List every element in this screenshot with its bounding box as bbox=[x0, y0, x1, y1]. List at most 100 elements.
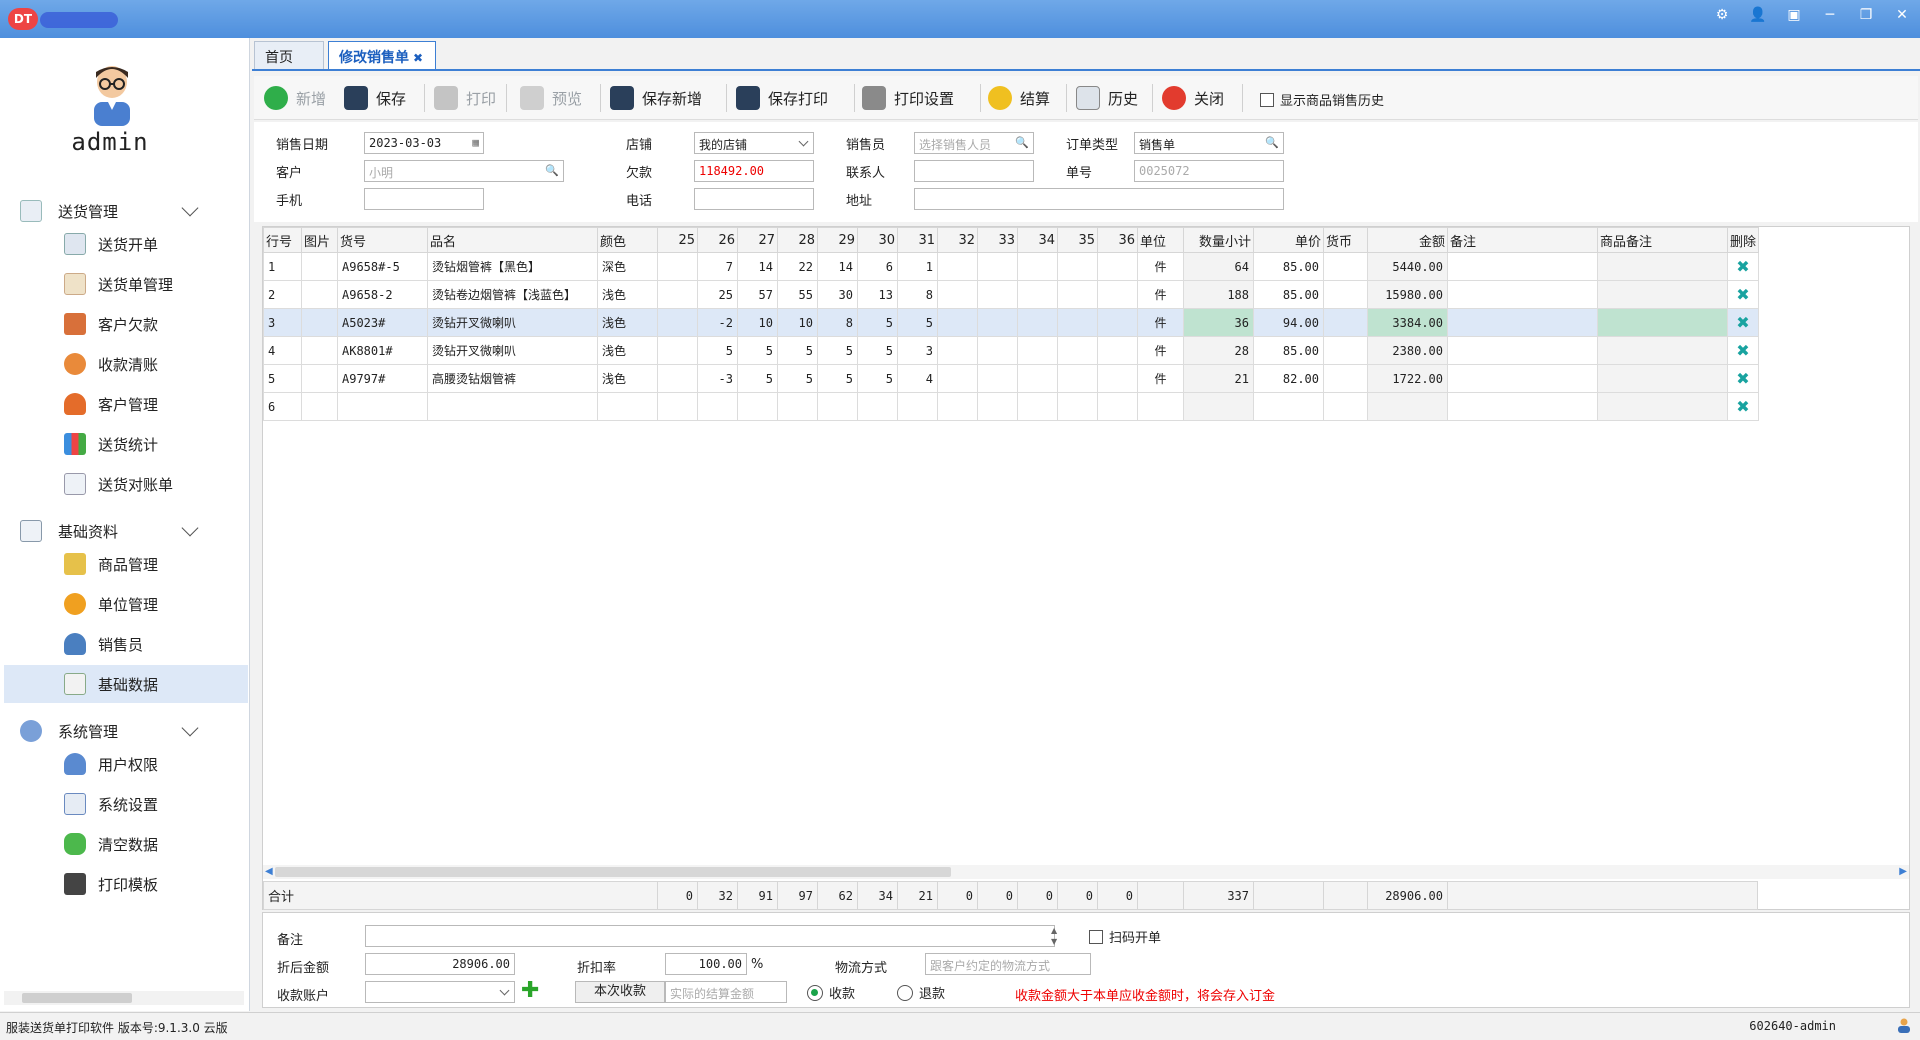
column-header[interactable]: 货号 bbox=[337, 227, 428, 253]
sidebar-item-settings[interactable]: 系统设置 bbox=[4, 785, 248, 823]
product-name-cell[interactable] bbox=[427, 392, 598, 421]
amount-cell[interactable]: 1722.00 bbox=[1367, 364, 1448, 393]
product-code-cell[interactable]: AK8801# bbox=[337, 336, 428, 365]
size-qty-cell[interactable] bbox=[1097, 392, 1138, 421]
size-qty-cell[interactable]: 5 bbox=[857, 364, 898, 393]
logistics-input[interactable]: 跟客户约定的物流方式 bbox=[925, 953, 1091, 975]
size-qty-cell[interactable]: 8 bbox=[817, 308, 858, 337]
product-name-cell[interactable]: 烫钻卷边烟管裤【浅蓝色】 bbox=[427, 280, 598, 309]
delete-row-icon[interactable]: ✖ bbox=[1736, 370, 1750, 387]
size-qty-cell[interactable]: 5 bbox=[817, 336, 858, 365]
size-qty-cell[interactable] bbox=[1017, 308, 1058, 337]
skin-icon[interactable]: ▣ bbox=[1776, 0, 1812, 30]
scan-order-checkbox[interactable]: 扫码开单 bbox=[1089, 927, 1161, 946]
size-qty-cell[interactable]: 5 bbox=[857, 336, 898, 365]
product-code-cell[interactable]: A5023# bbox=[337, 308, 428, 337]
color-cell[interactable]: 深色 bbox=[597, 252, 658, 281]
column-header[interactable]: 品名 bbox=[427, 227, 598, 253]
product-code-cell[interactable]: A9658-2 bbox=[337, 280, 428, 309]
color-cell[interactable]: 浅色 bbox=[597, 336, 658, 365]
sidebar-scrollbar[interactable] bbox=[4, 991, 244, 1005]
size-qty-cell[interactable] bbox=[977, 252, 1018, 281]
salesman-input[interactable]: 选择销售人员 🔍 bbox=[914, 132, 1034, 154]
column-header[interactable]: 单位 bbox=[1137, 227, 1184, 253]
order-type-input[interactable]: 销售单 🔍 bbox=[1134, 132, 1284, 154]
column-header[interactable]: 单价 bbox=[1253, 227, 1324, 253]
save-print-button[interactable]: 保存打印 bbox=[736, 82, 828, 114]
row-number-cell[interactable]: 2 bbox=[263, 280, 302, 309]
product-remark-cell[interactable] bbox=[1597, 252, 1728, 281]
remark-cell[interactable] bbox=[1447, 336, 1598, 365]
checkbox-box[interactable] bbox=[1260, 92, 1274, 107]
size-qty-cell[interactable]: -3 bbox=[697, 364, 738, 393]
scroll-right-icon[interactable]: ▶ bbox=[1899, 865, 1907, 879]
size-qty-cell[interactable]: 25 bbox=[697, 280, 738, 309]
image-cell[interactable] bbox=[301, 364, 338, 393]
size-qty-cell[interactable]: 5 bbox=[817, 364, 858, 393]
print-settings-button[interactable]: 打印设置 bbox=[862, 82, 954, 114]
sidebar-item-permissions[interactable]: 用户权限 bbox=[4, 745, 248, 783]
sidebar-item-delivery-manage[interactable]: 送货单管理 bbox=[4, 265, 248, 303]
size-qty-cell[interactable] bbox=[857, 392, 898, 421]
column-header[interactable]: 26 bbox=[697, 227, 738, 253]
search-icon[interactable]: 🔍 bbox=[545, 164, 559, 177]
sale-date-input[interactable]: 2023-03-03 ▦ bbox=[364, 132, 484, 154]
sidebar-item-delivery-stats[interactable]: 送货统计 bbox=[4, 425, 248, 463]
delete-row-icon[interactable]: ✖ bbox=[1736, 342, 1750, 359]
sidebar-item-delivery-new[interactable]: 送货开单 bbox=[4, 225, 248, 263]
menu-group-delivery[interactable]: 送货管理 bbox=[20, 198, 230, 224]
amount-cell[interactable]: 3384.00 bbox=[1367, 308, 1448, 337]
column-header[interactable]: 27 bbox=[737, 227, 778, 253]
checkbox-box[interactable] bbox=[1089, 929, 1103, 944]
minimize-icon[interactable]: ─ bbox=[1812, 0, 1848, 30]
sidebar-item-customer-manage[interactable]: 客户管理 bbox=[4, 385, 248, 423]
column-header[interactable]: 36 bbox=[1097, 227, 1138, 253]
maximize-icon[interactable]: ❐ bbox=[1848, 0, 1884, 30]
qty-subtotal-cell[interactable]: 64 bbox=[1183, 252, 1254, 281]
row-number-cell[interactable]: 6 bbox=[263, 392, 302, 421]
product-name-cell[interactable]: 烫钻烟管裤【黑色】 bbox=[427, 252, 598, 281]
radio-dot[interactable] bbox=[807, 984, 823, 1001]
row-number-cell[interactable]: 4 bbox=[263, 336, 302, 365]
sidebar-item-units[interactable]: 单位管理 bbox=[4, 585, 248, 623]
size-qty-cell[interactable]: 6 bbox=[857, 252, 898, 281]
size-qty-cell[interactable] bbox=[657, 252, 698, 281]
column-header[interactable]: 备注 bbox=[1447, 227, 1598, 253]
close-tab-icon[interactable]: ✖ bbox=[413, 51, 423, 65]
size-qty-cell[interactable] bbox=[937, 364, 978, 393]
size-qty-cell[interactable]: 7 bbox=[697, 252, 738, 281]
size-qty-cell[interactable] bbox=[1057, 364, 1098, 393]
column-header[interactable]: 29 bbox=[817, 227, 858, 253]
currency-cell[interactable] bbox=[1323, 364, 1368, 393]
size-qty-cell[interactable] bbox=[817, 392, 858, 421]
product-remark-cell[interactable] bbox=[1597, 392, 1728, 421]
product-code-cell[interactable]: A9658#-5 bbox=[337, 252, 428, 281]
size-qty-cell[interactable] bbox=[1017, 364, 1058, 393]
scroll-left-icon[interactable]: ◀ bbox=[265, 865, 273, 879]
unit-price-cell[interactable] bbox=[1253, 392, 1324, 421]
size-qty-cell[interactable] bbox=[777, 392, 818, 421]
column-header[interactable]: 30 bbox=[857, 227, 898, 253]
size-qty-cell[interactable]: 14 bbox=[817, 252, 858, 281]
image-cell[interactable] bbox=[301, 336, 338, 365]
size-qty-cell[interactable]: 5 bbox=[697, 336, 738, 365]
column-header[interactable]: 35 bbox=[1057, 227, 1098, 253]
account-select[interactable] bbox=[365, 981, 515, 1003]
column-header[interactable]: 31 bbox=[897, 227, 938, 253]
column-header[interactable]: 28 bbox=[777, 227, 818, 253]
column-header[interactable]: 34 bbox=[1017, 227, 1058, 253]
unit-price-cell[interactable]: 82.00 bbox=[1253, 364, 1324, 393]
search-icon[interactable]: 🔍 bbox=[1015, 136, 1029, 149]
product-name-cell[interactable]: 烫钻开叉微喇叭 bbox=[427, 308, 598, 337]
column-header[interactable]: 32 bbox=[937, 227, 978, 253]
row-number-cell[interactable]: 3 bbox=[263, 308, 302, 337]
remark-cell[interactable] bbox=[1447, 280, 1598, 309]
delete-row-icon[interactable]: ✖ bbox=[1736, 258, 1750, 275]
address-input[interactable] bbox=[914, 188, 1284, 210]
remark-cell[interactable] bbox=[1447, 308, 1598, 337]
size-qty-cell[interactable] bbox=[977, 364, 1018, 393]
size-qty-cell[interactable] bbox=[1097, 364, 1138, 393]
size-qty-cell[interactable] bbox=[937, 308, 978, 337]
unit-cell[interactable] bbox=[1137, 392, 1184, 421]
shop-select[interactable]: 我的店铺 bbox=[694, 132, 814, 154]
